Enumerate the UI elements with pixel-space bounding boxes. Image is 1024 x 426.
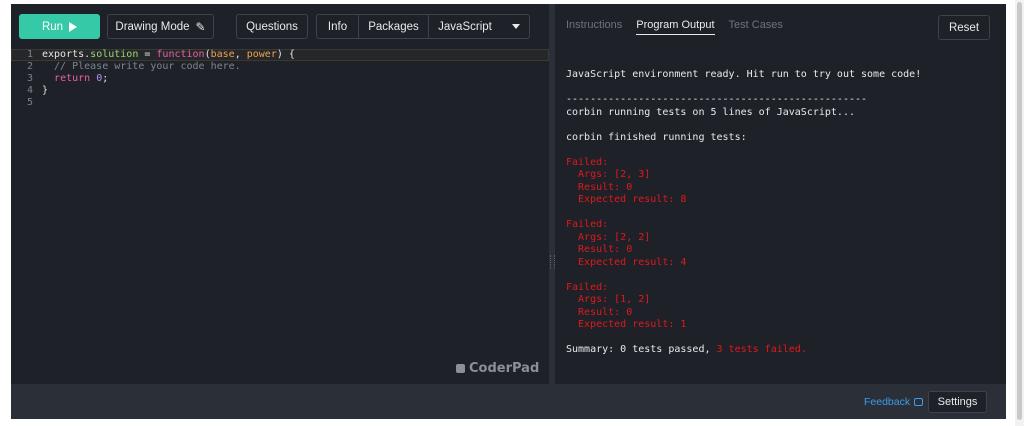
line-number: 5	[26, 97, 33, 108]
line-number: 1	[26, 49, 33, 60]
play-icon	[69, 21, 78, 32]
code-token: }	[42, 85, 49, 96]
line-number: 2	[26, 61, 33, 72]
failure-args: Args: [2, 2]	[566, 231, 651, 243]
pencil-icon: ✎	[195, 19, 206, 34]
packages-button[interactable]: Packages	[359, 15, 429, 38]
tab-instructions[interactable]: Instructions	[566, 19, 622, 35]
coderpad-logo-icon	[456, 364, 465, 373]
code-token: power	[246, 49, 277, 60]
failure-header: Failed:	[566, 281, 609, 293]
editor-pane: Run Drawing Mode ✎ Questions Info Packag…	[11, 4, 549, 384]
code-token: return	[54, 73, 91, 84]
questions-label: Questions	[246, 20, 298, 33]
failure-block: Failed: Args: [1, 2] Result: 0 Expected …	[566, 282, 996, 332]
code-line[interactable]: 4}	[11, 85, 549, 97]
language-label: JavaScript	[438, 20, 492, 33]
questions-button[interactable]: Questions	[236, 14, 308, 39]
code-token: solution	[90, 49, 139, 60]
coderpad-logo-text: CoderPad	[469, 361, 540, 376]
failure-result: Result: 0	[566, 244, 633, 255]
summary-failed: 3 tests failed.	[716, 344, 807, 355]
info-button[interactable]: Info	[317, 15, 359, 38]
run-button-label: Run	[41, 20, 64, 33]
failure-header: Failed:	[566, 219, 609, 230]
line-number: 4	[26, 85, 33, 96]
line-content: return 0;	[42, 73, 108, 85]
code-line[interactable]: 2 // Please write your code here.	[11, 61, 549, 73]
editor-options-group: Info Packages JavaScript	[316, 14, 530, 39]
running-message: corbin running tests on 5 lines of JavaS…	[566, 106, 855, 118]
summary-line: Summary: 0 tests passed, 3 tests failed.	[566, 344, 996, 357]
code-line[interactable]: 5	[11, 97, 549, 109]
finished-message: corbin finished running tests:	[566, 131, 747, 143]
settings-button[interactable]: Settings	[928, 391, 987, 413]
output-separator: ----------------------------------------…	[566, 94, 868, 105]
code-token: ) {	[276, 49, 295, 60]
editor-toolbar: Run Drawing Mode ✎ Questions Info Packag…	[11, 4, 549, 49]
page-scrollbar-thumb[interactable]	[1017, 2, 1022, 420]
failure-block: Failed: Args: [2, 2] Result: 0 Expected …	[566, 219, 996, 269]
code-token: ;	[102, 73, 109, 84]
reset-button[interactable]: Reset	[938, 15, 990, 40]
coderpad-logo: CoderPad	[456, 361, 539, 376]
code-editor[interactable]: 1 exports.solution = function(base, power…	[11, 49, 549, 109]
failure-expected: Expected result: 8	[566, 194, 687, 205]
failure-args: Args: [2, 3]	[566, 169, 651, 180]
line-content: exports.solution = function(base, power)…	[42, 49, 295, 61]
line-content: // Please write your code here.	[42, 61, 241, 73]
code-token: exports.	[42, 49, 91, 60]
coderpad-app: Run Drawing Mode ✎ Questions Info Packag…	[11, 4, 1006, 419]
chevron-down-icon	[511, 24, 520, 29]
language-select[interactable]: JavaScript	[429, 15, 529, 38]
footer-bar: Feedback Settings	[11, 384, 1006, 419]
speech-bubble-icon	[914, 398, 924, 406]
output-tabs: Instructions Program Output Test Cases	[566, 19, 783, 35]
failure-args: Args: [1, 2]	[566, 294, 651, 305]
output-pane: Instructions Program Output Test Cases R…	[555, 4, 1006, 384]
ready-message: JavaScript environment ready. Hit run to…	[566, 69, 922, 80]
code-token: function	[156, 49, 205, 60]
line-content: }	[42, 85, 48, 97]
info-label: Info	[327, 20, 348, 33]
tab-test-cases[interactable]: Test Cases	[729, 19, 783, 35]
failure-header: Failed:	[566, 156, 609, 168]
failure-result: Result: 0	[566, 306, 633, 318]
summary-passed: Summary: 0 tests passed,	[566, 344, 717, 355]
failure-block: Failed: Args: [2, 3] Result: 0 Expected …	[566, 157, 996, 207]
code-token: // Please write your code here.	[42, 61, 241, 72]
line-number: 3	[26, 73, 33, 84]
settings-label: Settings	[937, 396, 978, 408]
packages-label: Packages	[368, 20, 419, 33]
code-line[interactable]: 3 return 0;	[11, 73, 549, 85]
drawing-mode-label: Drawing Mode	[115, 20, 190, 33]
code-token: base	[210, 49, 235, 60]
feedback-label: Feedback	[864, 396, 911, 408]
program-output: JavaScript environment ready. Hit run to…	[566, 69, 996, 357]
drawing-mode-button[interactable]: Drawing Mode ✎	[107, 14, 214, 39]
feedback-link[interactable]: Feedback	[864, 396, 924, 408]
tab-program-output[interactable]: Program Output	[636, 19, 715, 35]
code-line[interactable]: 1 exports.solution = function(base, power…	[11, 49, 549, 61]
run-button[interactable]: Run	[19, 14, 100, 39]
reset-label: Reset	[948, 21, 980, 34]
code-token: =	[138, 49, 157, 60]
failure-expected: Expected result: 1	[566, 319, 687, 330]
failure-expected: Expected result: 4	[566, 256, 687, 268]
failure-result: Result: 0	[566, 181, 633, 193]
code-token: ,	[234, 49, 247, 60]
